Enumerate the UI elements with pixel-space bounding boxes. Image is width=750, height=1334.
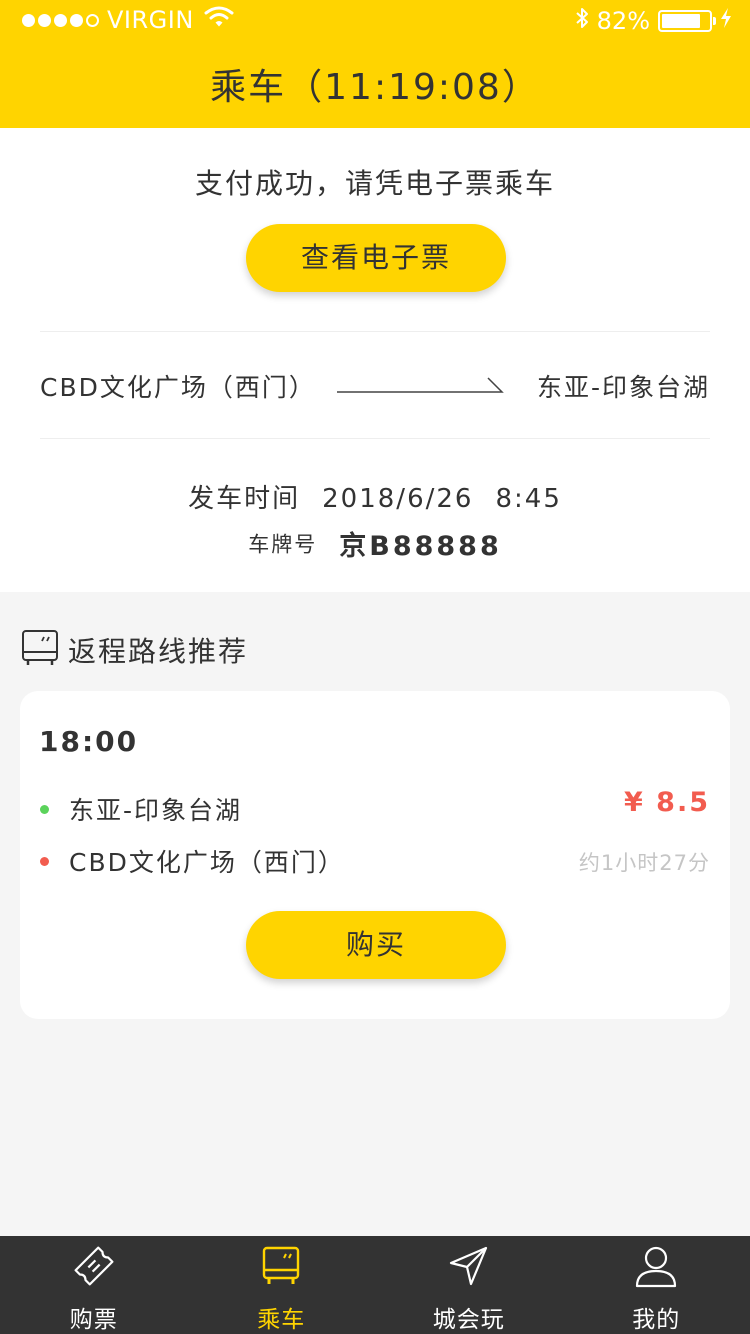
tab-label: 乘车 <box>257 1307 306 1333</box>
send-icon <box>447 1244 491 1292</box>
buy-button[interactable]: 购买 <box>246 911 506 979</box>
tab-buy-ticket[interactable]: 购票 <box>0 1236 188 1334</box>
return-route-header: 返程路线推荐 <box>20 628 248 672</box>
payment-success-message: 支付成功，请凭电子票乘车 <box>194 167 555 200</box>
tab-label: 购票 <box>69 1307 118 1333</box>
view-e-ticket-button[interactable]: 查看电子票 <box>246 224 506 292</box>
tab-mine[interactable]: 我的 <box>563 1236 750 1334</box>
tab-city-fun[interactable]: 城会玩 <box>375 1236 563 1334</box>
divider <box>40 438 710 439</box>
page-title: 乘车（11:19:08） <box>210 67 540 108</box>
departure-date: 2018/6/26 <box>322 484 474 514</box>
departure-time: 8:45 <box>495 484 562 514</box>
route-arrow-icon <box>336 372 504 400</box>
route-end-stop: CBD文化广场（西门） <box>40 843 345 879</box>
user-icon <box>634 1244 678 1292</box>
app-header: VIRGIN 82% 乘车（11:19:08） <box>0 0 750 128</box>
wifi-icon <box>204 6 234 34</box>
ticket-info-panel: 支付成功，请凭电子票乘车 查看电子票 CBD文化广场（西门） 东亚-印象台湖 发… <box>0 128 750 592</box>
ticket-icon <box>72 1244 116 1292</box>
route-departure-time: 18:00 <box>39 725 139 758</box>
plate-number: 京B88888 <box>339 531 502 562</box>
tab-bar: 购票 乘车 城会玩 我的 <box>0 1236 750 1334</box>
bus-icon <box>20 628 60 672</box>
license-plate-info: 车牌号 京B88888 <box>0 524 750 563</box>
divider <box>40 331 710 332</box>
battery-percent: 82% <box>596 7 650 35</box>
route-origin: CBD文化广场（西门） <box>40 373 316 402</box>
tab-label: 城会玩 <box>432 1307 505 1333</box>
plate-label: 车牌号 <box>248 532 318 557</box>
route-price: ¥ 8.5 <box>623 787 710 818</box>
start-stop-name: 东亚-印象台湖 <box>69 796 243 825</box>
battery-icon <box>658 10 716 32</box>
bluetooth-icon <box>575 6 589 36</box>
return-route-card[interactable]: 18:00 东亚-印象台湖 CBD文化广场（西门） ¥ 8.5 约1小时27分 … <box>20 691 730 1019</box>
status-bar-right: 82% <box>575 6 732 36</box>
route-destination: 东亚-印象台湖 <box>536 373 710 402</box>
carrier-name: VIRGIN <box>107 6 194 34</box>
battery-level <box>662 14 700 28</box>
tab-label: 我的 <box>632 1307 681 1333</box>
tab-ride[interactable]: 乘车 <box>188 1236 376 1334</box>
charging-icon <box>720 7 732 35</box>
departure-info: 发车时间 2018/6/26 8:45 <box>0 478 750 515</box>
section-title: 返程路线推荐 <box>68 635 249 668</box>
route-duration: 约1小时27分 <box>578 851 710 875</box>
status-bar-left: VIRGIN <box>22 6 234 34</box>
route-start-stop: 东亚-印象台湖 <box>40 791 242 827</box>
start-dot-icon <box>40 804 49 814</box>
status-bar: VIRGIN 82% <box>0 0 750 40</box>
departure-label: 发车时间 <box>188 484 301 514</box>
end-stop-name: CBD文化广场（西门） <box>69 848 345 877</box>
end-dot-icon <box>40 856 49 866</box>
bus-icon <box>259 1244 303 1292</box>
signal-strength-icon <box>22 13 99 27</box>
